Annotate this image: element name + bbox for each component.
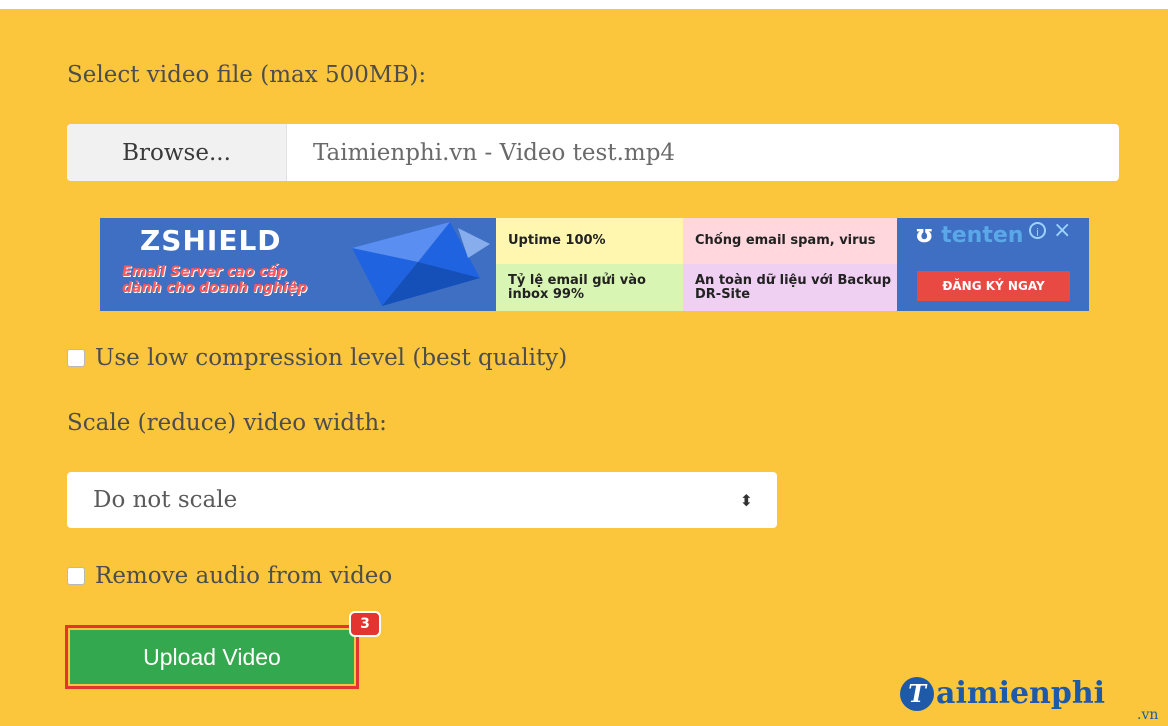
top-strip: [0, 0, 1168, 9]
low-compression-label: Use low compression level (best quality): [95, 345, 568, 371]
ad-logo-text: tenten: [941, 223, 1024, 248]
scale-select[interactable]: Do not scale ⬍: [67, 472, 777, 528]
watermark-suffix: .vn: [1137, 707, 1159, 723]
ad-info-icon[interactable]: i: [1029, 222, 1046, 239]
ad-brand-panel: ZSHIELD Email Server cao cấp dành cho do…: [100, 218, 340, 311]
ad-tagline: Email Server cao cấp dành cho doanh nghi…: [122, 264, 307, 296]
upload-video-button[interactable]: Upload Video: [70, 630, 354, 684]
ad-close-icon[interactable]: ×: [1053, 218, 1071, 243]
ad-brand: ZSHIELD: [140, 224, 282, 257]
ad-tagline-line-1: Email Server cao cấp: [122, 264, 287, 280]
ad-banner[interactable]: ZSHIELD Email Server cao cấp dành cho do…: [100, 218, 1089, 311]
remove-audio-option[interactable]: Remove audio from video: [67, 563, 392, 589]
scale-selected-value: Do not scale: [93, 487, 238, 513]
low-compression-option[interactable]: Use low compression level (best quality): [67, 345, 567, 371]
remove-audio-checkbox[interactable]: [67, 567, 85, 585]
upload-highlight: Upload Video: [65, 625, 359, 689]
ad-logo-mark-icon: ʊ: [915, 220, 934, 248]
ad-cta-panel: ʊ tenten i × ĐĂNG KÝ NGAY: [897, 218, 1089, 311]
ad-features: Uptime 100% Chống email spam, virus Tỷ l…: [496, 218, 897, 311]
ad-tagline-line-2: dành cho doanh nghiệp: [122, 280, 308, 296]
ad-feature: Tỷ lệ email gửi vào inbox 99%: [496, 264, 683, 311]
scale-label: Scale (reduce) video width:: [67, 410, 387, 436]
selected-file-name: Taimienphi.vn - Video test.mp4: [313, 139, 676, 166]
ad-logo: ʊ tenten: [915, 220, 1023, 248]
watermark-logo: T aimienphi .vn: [900, 676, 1158, 723]
low-compression-checkbox[interactable]: [67, 349, 85, 367]
ad-feature: An toàn dữ liệu với Backup DR-Site: [683, 264, 897, 311]
step-badge: 3: [349, 611, 381, 637]
watermark-logo-mark: T: [900, 676, 934, 711]
browse-button[interactable]: Browse...: [67, 124, 287, 181]
ad-feature: Chống email spam, virus: [683, 218, 897, 264]
watermark-text: aimienphi: [936, 676, 1106, 711]
remove-audio-label: Remove audio from video: [95, 563, 393, 589]
ad-register-button[interactable]: ĐĂNG KÝ NGAY: [917, 271, 1070, 301]
ad-envelope-icon: [340, 218, 496, 311]
file-input[interactable]: Browse... Taimienphi.vn - Video test.mp4: [67, 124, 1119, 181]
file-label: Select video file (max 500MB):: [67, 62, 427, 88]
ad-feature: Uptime 100%: [496, 218, 683, 264]
select-arrows-icon: ⬍: [739, 490, 753, 510]
